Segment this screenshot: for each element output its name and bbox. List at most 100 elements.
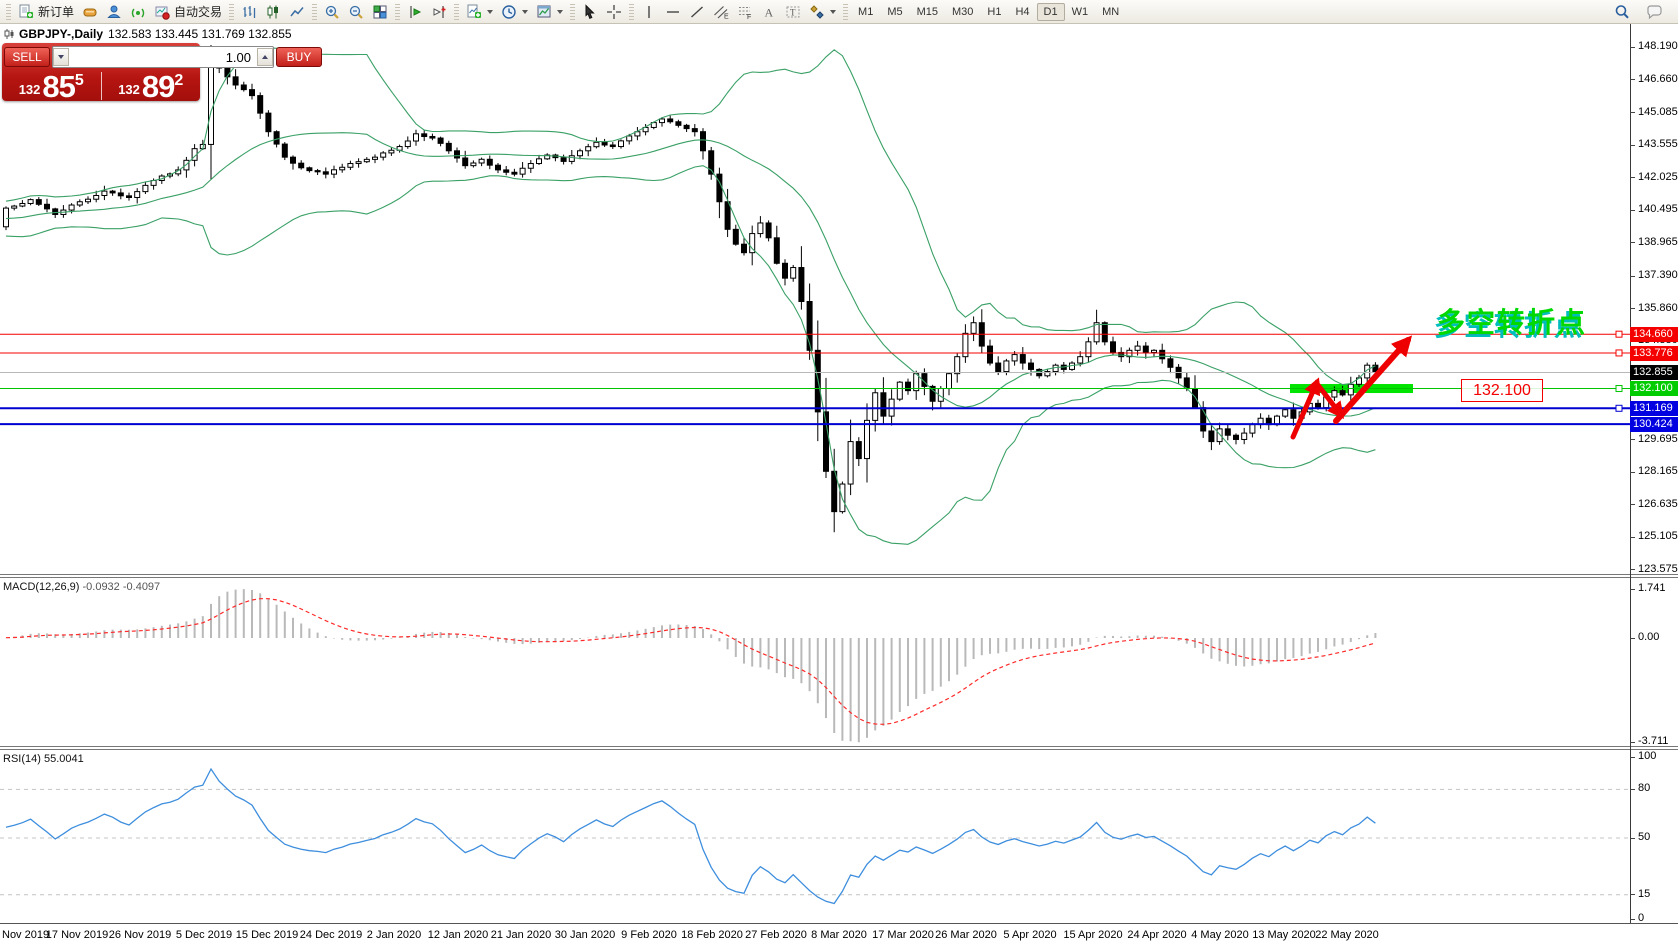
metatrader-window: 新订单 自动交易 bbox=[0, 0, 1678, 944]
price-tick-label: 135.860 bbox=[1638, 302, 1678, 314]
price-tick-label: 146.660 bbox=[1638, 73, 1678, 85]
price-axis-tick bbox=[1630, 210, 1635, 211]
zoom-in-icon bbox=[324, 4, 340, 20]
chat-icon bbox=[1646, 4, 1663, 20]
macd-main-value: -0.0932 bbox=[82, 581, 119, 593]
volume-increase-button[interactable] bbox=[257, 48, 273, 66]
toolbox-button[interactable] bbox=[78, 2, 102, 22]
date-label: 5 Apr 2020 bbox=[1003, 929, 1056, 941]
caret-up-icon bbox=[262, 55, 268, 59]
indicators-icon bbox=[466, 4, 482, 20]
sell-button[interactable]: SELL bbox=[4, 47, 50, 67]
candlestick-chart-button[interactable] bbox=[261, 2, 285, 22]
text-label-button[interactable]: T bbox=[781, 2, 805, 22]
price-tick-label: 148.190 bbox=[1638, 40, 1678, 52]
toolbox-icon bbox=[82, 4, 98, 20]
timeframe-button-d1[interactable]: D1 bbox=[1037, 3, 1065, 21]
sell-price[interactable]: 132 85 5 bbox=[2, 70, 101, 102]
line-chart-button[interactable] bbox=[285, 2, 309, 22]
sell-price-big: 85 bbox=[42, 73, 74, 100]
price-axis-tick bbox=[1630, 439, 1635, 440]
rsi-tick-label: 100 bbox=[1638, 750, 1656, 762]
horizontal-line-button[interactable] bbox=[661, 2, 685, 22]
timeframe-button-m5[interactable]: M5 bbox=[880, 3, 909, 21]
fibonacci-button[interactable]: F bbox=[733, 2, 757, 22]
indicators-button[interactable] bbox=[462, 2, 497, 22]
new-order-button[interactable]: 新订单 bbox=[14, 2, 78, 22]
navigator-button[interactable] bbox=[102, 2, 126, 22]
timeframe-button-m30[interactable]: M30 bbox=[945, 3, 980, 21]
rsi-name: RSI(14) bbox=[3, 753, 41, 765]
volume-control bbox=[52, 46, 274, 68]
chart-shift-button[interactable] bbox=[427, 2, 451, 22]
tile-windows-button[interactable] bbox=[368, 2, 392, 22]
rsi-value: 55.0041 bbox=[44, 753, 84, 765]
price-tick-label: 145.085 bbox=[1638, 106, 1678, 118]
macd-signal-value: -0.4097 bbox=[123, 581, 160, 593]
zoom-in-button[interactable] bbox=[320, 2, 344, 22]
timeframe-button-mn[interactable]: MN bbox=[1095, 3, 1126, 21]
vertical-line-icon bbox=[641, 4, 657, 20]
timeframe-button-m1[interactable]: M1 bbox=[851, 3, 880, 21]
templates-button[interactable] bbox=[532, 2, 567, 22]
auto-scroll-button[interactable] bbox=[403, 2, 427, 22]
timeframe-button-h4[interactable]: H4 bbox=[1008, 3, 1036, 21]
price-tick-label: 123.575 bbox=[1638, 563, 1678, 575]
rsi-indicator-label: RSI(14) 55.0041 bbox=[3, 753, 84, 765]
level-handle bbox=[1616, 331, 1622, 337]
pane-separator[interactable] bbox=[0, 746, 1678, 750]
toolbar-grip bbox=[6, 4, 11, 20]
price-tick-label: 138.965 bbox=[1638, 236, 1678, 248]
channel-button[interactable]: E bbox=[709, 2, 733, 22]
timeframe-button-w1[interactable]: W1 bbox=[1065, 3, 1096, 21]
price-chart-canvas[interactable] bbox=[0, 24, 1630, 574]
auto-scroll-icon bbox=[407, 4, 423, 20]
level-132100-label[interactable]: 132.100 bbox=[1461, 379, 1543, 402]
buy-button[interactable]: BUY bbox=[276, 47, 322, 67]
fibonacci-icon: F bbox=[737, 4, 753, 20]
buy-price[interactable]: 132 89 2 bbox=[102, 70, 201, 102]
sell-price-pip: 5 bbox=[75, 72, 84, 90]
bars-chart-button[interactable] bbox=[237, 2, 261, 22]
tile-windows-icon bbox=[372, 4, 388, 20]
signals-icon bbox=[130, 4, 146, 20]
macd-axis-tick bbox=[1630, 742, 1635, 743]
macd-name: MACD(12,26,9) bbox=[3, 581, 79, 593]
rsi-pane-canvas[interactable] bbox=[0, 750, 1630, 923]
date-label: 21 Jan 2020 bbox=[491, 929, 552, 941]
auto-trading-button[interactable]: 自动交易 bbox=[150, 2, 226, 22]
price-tick-label: 126.635 bbox=[1638, 498, 1678, 510]
arrows-button[interactable] bbox=[805, 2, 840, 22]
signals-button[interactable] bbox=[126, 2, 150, 22]
zoom-out-button[interactable] bbox=[344, 2, 368, 22]
date-label: 26 Nov 2019 bbox=[109, 929, 171, 941]
dropdown-caret-icon bbox=[487, 10, 493, 14]
price-tick-label: 137.390 bbox=[1638, 269, 1678, 281]
date-label: 4 May 2020 bbox=[1191, 929, 1248, 941]
svg-text:T: T bbox=[790, 7, 796, 17]
timeframe-toolbar: M1M5M15M30H1H4D1W1MN bbox=[851, 2, 1126, 21]
toolbar-grip bbox=[312, 4, 317, 20]
macd-pane-canvas[interactable] bbox=[0, 578, 1630, 746]
text-button[interactable]: A bbox=[757, 2, 781, 22]
chat-button[interactable] bbox=[1642, 2, 1667, 22]
vertical-line-button[interactable] bbox=[637, 2, 661, 22]
one-click-trading-panel: SELL BUY 132 85 5 132 89 2 bbox=[2, 43, 200, 101]
rsi-tick-label: 80 bbox=[1638, 782, 1650, 794]
pane-separator[interactable] bbox=[0, 574, 1678, 578]
date-label: 9 Feb 2020 bbox=[621, 929, 677, 941]
periods-button[interactable] bbox=[497, 2, 532, 22]
toolbar-grip bbox=[629, 4, 634, 20]
svg-text:F: F bbox=[747, 14, 751, 20]
price-axis-tick bbox=[1630, 537, 1635, 538]
crosshair-button[interactable] bbox=[602, 2, 626, 22]
timeframe-button-h1[interactable]: H1 bbox=[980, 3, 1008, 21]
macd-histogram bbox=[6, 589, 1375, 742]
price-axis-tick bbox=[1630, 242, 1635, 243]
volume-input[interactable] bbox=[69, 50, 257, 65]
search-button[interactable] bbox=[1610, 2, 1634, 22]
timeframe-button-m15[interactable]: M15 bbox=[910, 3, 945, 21]
cursor-button[interactable] bbox=[578, 2, 602, 22]
volume-decrease-button[interactable] bbox=[53, 48, 69, 66]
trendline-button[interactable] bbox=[685, 2, 709, 22]
